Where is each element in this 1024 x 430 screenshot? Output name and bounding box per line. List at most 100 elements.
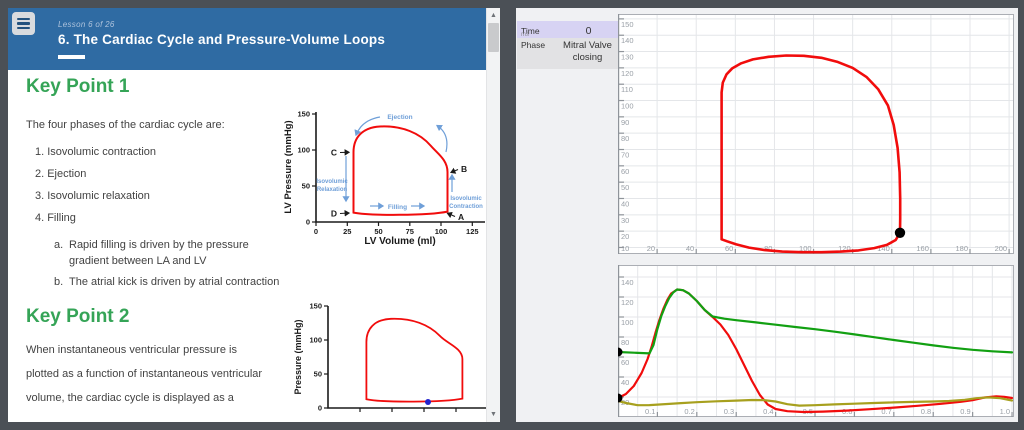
y-tick-label: 120 (621, 69, 634, 78)
figure1-ylabel: LV Pressure (mmHg) (283, 120, 294, 213)
time-value: 0 (557, 23, 620, 37)
lesson-header: Lesson 6 of 26 6. The Cardiac Cycle and … (8, 8, 487, 70)
y-tick-label: 90 (621, 118, 629, 127)
y-tick-label: 50 (621, 183, 629, 192)
menu-button[interactable] (12, 12, 35, 35)
y-tick-label: 60 (621, 358, 629, 367)
phase-label: Phase (517, 38, 557, 50)
svg-text:0: 0 (306, 218, 310, 227)
svg-text:B: B (461, 164, 467, 174)
simulation-panel: Time ms 0 Phase Mitral Valve closing 10 2… (516, 8, 1018, 422)
svg-text:Filling: Filling (388, 204, 407, 211)
readout-table: Time ms 0 Phase Mitral Valve closing (517, 21, 620, 69)
y-tick-label: 100 (621, 318, 634, 327)
svg-text:C: C (331, 148, 337, 158)
x-tick-label: 200 (995, 244, 1008, 253)
phase-readout-row: Phase Mitral Valve closing (517, 38, 620, 69)
svg-text:0: 0 (314, 227, 318, 236)
figure2-ylabel: Pressure (mmHg) (293, 319, 303, 394)
figure1-pv-loop (354, 126, 448, 214)
svg-text:100: 100 (435, 227, 448, 236)
svg-text:D: D (331, 209, 337, 219)
y-tick-label: 110 (621, 85, 633, 94)
x-tick-label: 20 (647, 244, 655, 253)
y-tick-label: 70 (621, 151, 629, 160)
svg-text:Isovolumic: Isovolumic (316, 179, 348, 185)
key-point-2-paragraph: When instantaneous ventricular pressure … (26, 338, 262, 410)
svg-text:25: 25 (343, 227, 351, 236)
y-tick-label: 60 (621, 167, 629, 176)
lesson-progress: Lesson 6 of 26 (58, 20, 115, 29)
x-tick-label: 0.3 (724, 407, 734, 416)
svg-text:75: 75 (406, 227, 414, 236)
y-tick-label: 30 (621, 216, 629, 225)
lesson-panel: Lesson 6 of 26 6. The Cardiac Cycle and … (8, 8, 500, 422)
x-tick-label: 0.8 (921, 407, 931, 416)
pv-loop-small-figure: 0 50 100 150 Pressure (mmHg) (288, 296, 500, 422)
x-tick-label: 0.2 (684, 407, 694, 416)
svg-text:Isovolumic: Isovolumic (450, 196, 482, 202)
x-tick-label: 1.0 (1000, 407, 1010, 416)
title-underline (58, 55, 85, 59)
x-tick-label: 40 (686, 244, 694, 253)
svg-text:Relaxation: Relaxation (317, 187, 348, 193)
pv-loop-curve (722, 56, 901, 253)
y-tick-label: 120 (621, 298, 634, 307)
scroll-up-arrow-icon[interactable]: ▲ (487, 8, 500, 23)
chart-frame (619, 15, 1014, 254)
y-tick-label: 140 (621, 36, 634, 45)
svg-text:100: 100 (309, 336, 322, 345)
list-item: 2.Ejection (35, 168, 86, 180)
svg-text:A: A (458, 212, 464, 222)
svg-text:Ejection: Ejection (387, 114, 412, 121)
svg-text:150: 150 (309, 302, 322, 311)
pressure-vs-time-chart[interactable]: 204060801001201400.10.20.30.40.50.60.70.… (618, 265, 1014, 417)
lesson-scrollbar[interactable]: ▲ ▼ (486, 8, 500, 422)
figure1-xlabel: LV Volume (ml) (364, 236, 435, 246)
sub-list-item: b.The atrial kick is driven by atrial co… (54, 274, 281, 290)
svg-text:50: 50 (314, 370, 322, 379)
svg-text:50: 50 (302, 182, 310, 191)
y-tick-label: 140 (621, 278, 634, 287)
x-tick-label: 180 (955, 244, 968, 253)
hamburger-menu-icon (17, 18, 30, 29)
list-item: 1.Isovolumic contraction (35, 146, 156, 158)
time-readout-row: Time ms 0 (517, 21, 620, 38)
svg-text:50: 50 (374, 227, 382, 236)
list-item: 4.Filling (35, 212, 76, 224)
scroll-down-arrow-icon[interactable]: ▼ (487, 407, 500, 422)
pv-loop-chart[interactable]: 1020304050607080901001101201301401502040… (618, 14, 1014, 254)
svg-text:Contraction: Contraction (449, 204, 483, 210)
figure-ticks (324, 306, 488, 412)
aortic-start-marker (618, 348, 623, 357)
y-tick-label: 20 (621, 232, 629, 241)
y-tick-label: 100 (621, 102, 634, 111)
list-item: 3.Isovolumic relaxation (35, 190, 150, 202)
x-tick-label: 160 (916, 244, 929, 253)
figure2-pv-loop (366, 319, 462, 402)
chart-frame (619, 266, 1014, 417)
svg-text:150: 150 (297, 110, 310, 119)
svg-text:0: 0 (318, 404, 322, 413)
y-tick-label: 150 (621, 20, 634, 29)
x-tick-label: 0.4 (763, 407, 773, 416)
y-tick-label: 10 (621, 244, 629, 253)
y-tick-label: 80 (621, 134, 629, 143)
sub-list-item: a.Rapid filling is driven by the pressur… (54, 237, 281, 269)
key-point-1-heading: Key Point 1 (26, 76, 129, 98)
key-point-1-intro: The four phases of the cardiac cycle are… (26, 119, 225, 131)
y-tick-label: 130 (621, 53, 634, 62)
svg-text:100: 100 (297, 146, 310, 155)
x-tick-label: 0.1 (645, 407, 655, 416)
x-tick-label: 60 (725, 244, 733, 253)
scrollbar-thumb[interactable] (488, 23, 499, 52)
x-tick-label: 0.9 (960, 407, 970, 416)
svg-text:125: 125 (466, 227, 479, 236)
phase-value: Mitral Valve closing (557, 38, 620, 66)
figure1-flow-arrows (346, 117, 452, 206)
y-tick-label: 40 (621, 378, 629, 387)
key-point-2-heading: Key Point 2 (26, 306, 129, 328)
current-state-marker (895, 228, 905, 238)
figure2-state-dot (425, 399, 431, 405)
y-tick-label: 80 (621, 338, 629, 347)
